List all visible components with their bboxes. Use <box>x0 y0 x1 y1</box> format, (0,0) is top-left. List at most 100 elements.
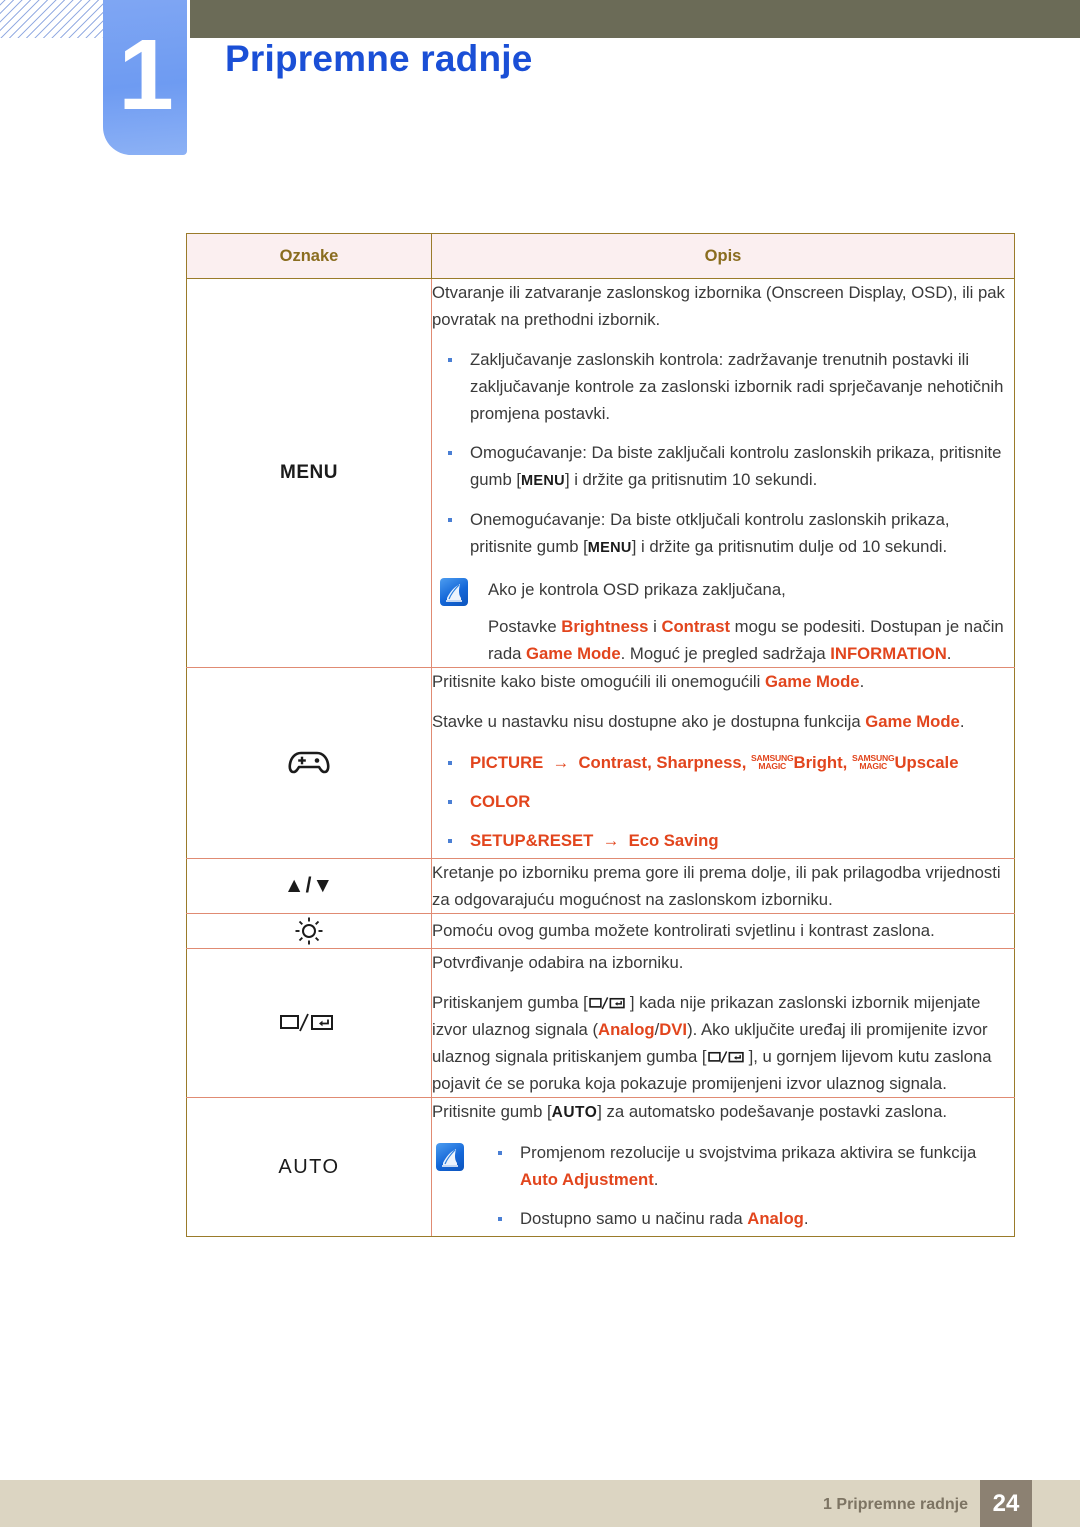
menu-item-contrast: Contrast <box>578 752 648 772</box>
auto-note-1-end: . <box>653 1170 659 1190</box>
comma: , <box>741 752 751 772</box>
menu-bullet-list: Zaključavanje zaslonskih kontrola: zadrž… <box>432 346 1014 560</box>
inline-source-enter-icon <box>589 996 625 1010</box>
auto-prefix: Pritisnite gumb [ <box>432 1102 552 1121</box>
list-item: Zaključavanje zaslonskih kontrola: zadrž… <box>432 346 1014 427</box>
page-number-badge: 24 <box>980 1480 1032 1527</box>
term-auto-adjustment: Auto Adjustment <box>520 1170 654 1190</box>
enter-description: Potvrđivanje odabira na izborniku. <box>432 952 684 972</box>
auto-suffix: ] za automatsko podešavanje postavki zas… <box>597 1102 948 1121</box>
note-prefix: Postavke <box>488 617 562 637</box>
term-contrast: Contrast <box>661 617 731 637</box>
table-row: MENU Otvaranje ili zatvaranje zaslonskog… <box>186 277 1015 669</box>
menu-item-eco-saving: Eco Saving <box>628 830 719 850</box>
note-pen-icon <box>440 578 468 607</box>
menu-item-sharpness: Sharpness <box>656 752 742 772</box>
key-cell-source-enter <box>186 947 432 1099</box>
gm-l1-prefix: Pritisnite kako biste omogućili ili onem… <box>432 672 765 692</box>
comma: , <box>647 752 657 772</box>
game-mode-disabled-items: PICTURE → Contrast, Sharpness, SAMSUNG MA… <box>432 749 1014 854</box>
term-analog: Analog <box>747 1209 804 1229</box>
key-cell-menu: MENU <box>186 277 432 669</box>
page-title: Pripremne radnje <box>225 38 533 79</box>
term-game-mode: Game Mode <box>764 672 860 692</box>
samsung-magic-mark: SAMSUNG MAGIC <box>852 753 895 771</box>
term-information: INFORMATION <box>830 644 947 664</box>
source-switch-description: Pritiskanjem gumba [] kada nije prikazan… <box>432 989 1014 1097</box>
list-item: PICTURE → Contrast, Sharpness, SAMSUNG MA… <box>432 749 1014 776</box>
gm-l2-prefix: Stavke u nastavku nisu dostupne ako je d… <box>432 712 866 732</box>
note-pen-icon <box>436 1143 464 1172</box>
term-game-mode: Game Mode <box>526 644 621 664</box>
list-item: Omogućavanje: Da biste zaključali kontro… <box>432 439 1014 494</box>
decorative-hatch-pattern <box>0 0 112 38</box>
footer-chapter-label: 1 Pripremne radnje <box>823 1496 968 1513</box>
arrow-glyph: → <box>543 752 579 772</box>
menu-path-color: COLOR <box>470 791 531 811</box>
inline-source-enter-icon <box>707 1050 744 1064</box>
gm-l1-end: . <box>859 672 865 692</box>
term-brightness: Brightness <box>561 617 649 637</box>
table-row: Potvrđivanje odabira na izborniku. Priti… <box>186 947 1015 1099</box>
gamepad-icon <box>288 751 330 774</box>
up-down-arrows-icon: ▲/▼ <box>283 873 335 897</box>
chapter-number-badge: 1 <box>103 0 187 155</box>
brightness-description: Pomoću ovog gumba možete kontrolirati sv… <box>432 921 935 941</box>
table-row: Pritisnite kako biste omogućili ili onem… <box>186 667 1015 859</box>
key-cell-up-down: ▲/▼ <box>186 857 432 914</box>
menu-path-setup-reset: SETUP&RESET <box>470 830 594 850</box>
auto-label: AUTO <box>278 1155 340 1178</box>
source-enter-icon <box>280 1013 333 1032</box>
auto-note-bullets: Promjenom rezolucije u svojstvima prikaz… <box>482 1139 1014 1232</box>
brightness-sun-icon <box>295 917 323 945</box>
src-p1: Pritiskanjem gumba [ <box>432 992 588 1012</box>
key-cell-brightness <box>186 912 432 949</box>
desc-cell-source-enter: Potvrđivanje odabira na izborniku. Priti… <box>431 947 1015 1099</box>
menu-intro-text: Otvaranje ili zatvaranje zaslonskog izbo… <box>432 283 1005 330</box>
note-end: . <box>946 644 952 664</box>
term-game-mode: Game Mode <box>865 712 960 732</box>
game-mode-line-1: Pritisnite kako biste omogućili ili onem… <box>432 668 1014 695</box>
term-analog: Analog <box>598 1019 655 1039</box>
term-dvi: DVI <box>659 1019 688 1039</box>
list-item: COLOR <box>432 788 1014 815</box>
note-line-2: Postavke Brightness i Contrast mogu se p… <box>488 613 1014 667</box>
key-cell-auto: AUTO <box>186 1096 432 1238</box>
list-item: SETUP&RESET → Eco Saving <box>432 827 1014 854</box>
auto-note-1-prefix: Promjenom rezolucije u svojstvima prikaz… <box>520 1143 977 1163</box>
desc-cell-up-down: Kretanje po izborniku prema gore ili pre… <box>431 857 1015 914</box>
desc-cell-auto: Pritisnite gumb [AUTO] za automatsko pod… <box>431 1096 1015 1238</box>
list-item: Promjenom rezolucije u svojstvima prikaz… <box>482 1139 1014 1193</box>
desc-cell-brightness: Pomoću ovog gumba možete kontrolirati sv… <box>431 912 1015 949</box>
bullet-text-disable-b: ] i držite ga pritisnutim dulje od 10 se… <box>631 536 948 556</box>
bullet-text-enable-b: ] i držite ga pritisnutim 10 sekundi. <box>564 470 818 490</box>
auto-note-2-end: . <box>803 1209 809 1229</box>
magic-bottom: MAGIC <box>758 760 787 771</box>
key-cell-game-mode <box>186 667 432 859</box>
list-item: Dostupno samo u načinu rada Analog. <box>482 1205 1014 1232</box>
gm-l2-end: . <box>959 712 965 732</box>
note-and: i <box>648 617 662 637</box>
note-box-osd-locked: Ako je kontrola OSD prikaza zaključana, … <box>432 576 1014 667</box>
table-header-row: Oznake Opis <box>186 233 1015 279</box>
samsung-magic-mark: SAMSUNG MAGIC <box>751 753 794 771</box>
table-row: ▲/▼ Kretanje po izborniku prema gore ili… <box>186 857 1015 914</box>
kbd-menu-icon: MENU <box>587 539 632 556</box>
column-header-oznake: Oznake <box>186 233 432 279</box>
arrow-glyph: → <box>593 830 629 850</box>
list-item: Onemogućavanje: Da biste otključali kont… <box>432 506 1014 561</box>
note-box-auto: Promjenom rezolucije u svojstvima prikaz… <box>432 1139 1014 1232</box>
menu-label: MENU <box>280 462 338 484</box>
column-header-opis: Opis <box>431 233 1015 279</box>
table-row: AUTO Pritisnite gumb [AUTO] za automatsk… <box>186 1096 1015 1238</box>
note-mid2: . Moguć je pregled sadržaja <box>620 644 831 664</box>
kbd-auto-icon: AUTO <box>551 1104 598 1121</box>
note-line-1: Ako je kontrola OSD prikaza zaključana, <box>488 580 786 600</box>
comma: , <box>842 752 852 772</box>
game-mode-line-2: Stavke u nastavku nisu dostupne ako je d… <box>432 708 1014 735</box>
auto-note-2-prefix: Dostupno samo u načinu rada <box>520 1209 748 1229</box>
menu-path-picture: PICTURE <box>470 752 544 772</box>
desc-cell-game-mode: Pritisnite kako biste omogućili ili onem… <box>431 667 1015 859</box>
auto-intro: Pritisnite gumb [AUTO] za automatsko pod… <box>432 1098 1014 1125</box>
desc-cell-menu: Otvaranje ili zatvaranje zaslonskog izbo… <box>431 277 1015 669</box>
